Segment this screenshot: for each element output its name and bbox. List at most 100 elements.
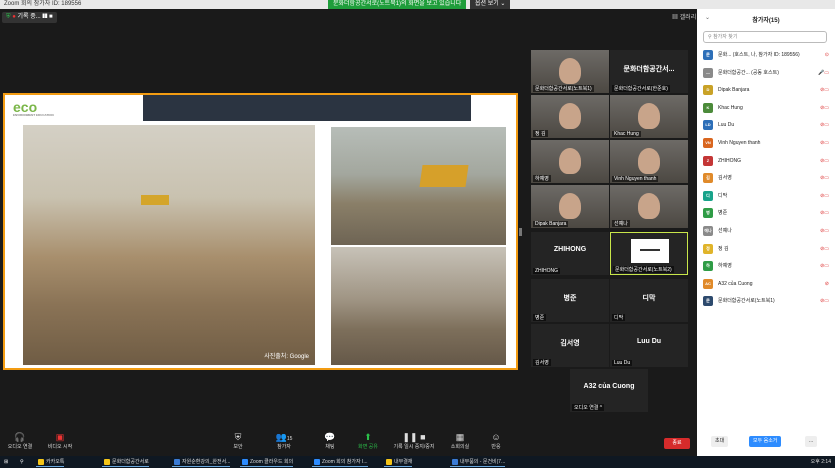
more-button[interactable]: ... <box>805 436 818 447</box>
splitter-handle[interactable] <box>519 228 522 236</box>
participant-face <box>638 103 660 129</box>
video-tile[interactable]: 선예나 <box>610 185 688 228</box>
audio-button[interactable]: 🎧 오디오 연결 <box>2 432 38 450</box>
video-tile[interactable]: Khac Hung <box>610 95 688 138</box>
invite-button[interactable]: 초대 <box>711 436 729 447</box>
taskbar-item[interactable]: 카카오톡 <box>36 457 65 467</box>
eco-logo: eco ENVIRONMENT EDUCATION <box>13 99 54 117</box>
taskbar-item[interactable]: 내부결재 <box>384 457 413 467</box>
mic-video-status-icon: ⊘▭ <box>820 210 829 217</box>
video-tile[interactable]: 김서영 김서영 <box>531 324 609 367</box>
participant-row[interactable]: 에나 선예나 ⊘▭ <box>703 225 829 239</box>
participant-face <box>559 148 581 174</box>
participant-face <box>559 193 581 219</box>
mic-video-status-icon: ⊘▭ <box>820 245 829 252</box>
participant-row[interactable]: 문 문화더함공간서로(노트북1) ⊘▭ <box>703 295 829 309</box>
share-screen-button[interactable]: ⬆ 화면 공유 <box>350 432 386 450</box>
participants-panel: ⌄ 참가자(15) ⚲ 참가자 찾기 문 문화... (호스트, 나, 참가자 I… <box>697 9 835 460</box>
participant-name: 디막 <box>718 192 728 199</box>
participant-row[interactable]: 병 병준 ⊘▭ <box>703 207 829 221</box>
participant-row[interactable]: LD Luu Du ⊘▭ <box>703 119 829 133</box>
tile-name: 하예영 <box>533 175 551 182</box>
tile-name: 문화더함공간서로(노트북1) <box>533 85 594 92</box>
end-meeting-button[interactable]: 종료 <box>664 438 690 449</box>
video-tile[interactable]: Vinh Nguyen thanh <box>610 140 688 183</box>
panel-footer: 초대 모두 음소거 ... <box>697 436 835 448</box>
recording-pill: ⛨ ● 기록 중... ❚❚ ■ <box>2 12 57 23</box>
grid-icon: ▦ <box>672 15 679 21</box>
participant-row[interactable]: AC A32 của Cuong ⊘ <box>703 278 829 292</box>
participant-row[interactable]: 김 김서영 ⊘▭ <box>703 172 829 186</box>
landfill-photo-truck <box>331 127 506 245</box>
video-tile[interactable]: 하예영 <box>531 140 609 183</box>
participant-row[interactable]: — 문화더함공간... (공동 호스트) 🎤▭ <box>703 67 829 81</box>
record-dot-icon: ● <box>12 14 16 20</box>
app-icon <box>38 459 44 465</box>
avatar: 문 <box>703 296 713 307</box>
video-tile[interactable]: 병준 병준 <box>531 279 609 322</box>
avatar: Z <box>703 155 713 166</box>
tile-name: 선예나 <box>612 220 630 227</box>
video-tile[interactable]: 정 김 <box>531 95 609 138</box>
record-label: 기록 일시 중지/중지 <box>393 444 435 450</box>
tile-name: 문화더함공간서로(노트북2) <box>613 266 674 273</box>
participant-name: 정 김 <box>718 245 729 252</box>
video-tile[interactable]: 디막 디막 <box>610 279 688 322</box>
record-button[interactable]: ❚❚ ■ 기록 일시 중지/중지 <box>390 432 438 450</box>
security-button[interactable]: ⛨ 보안 <box>220 432 256 450</box>
mic-video-status-icon: ⊘▭ <box>820 175 829 182</box>
participant-row[interactable]: Z ZHIHONG ⊘▭ <box>703 155 829 169</box>
camera-off-icon: ▣ <box>55 432 65 442</box>
taskbar-item[interactable]: Zoom 회의 참가자 I... <box>312 457 368 467</box>
search-icon[interactable]: ⚲ <box>20 456 24 468</box>
avatar: VN <box>703 138 713 148</box>
participant-name: 병준 <box>718 210 728 217</box>
video-tile[interactable]: A32 của Cuong 오디오 연결 ^ <box>570 369 648 412</box>
mic-video-status-icon: ⊙ <box>824 52 829 58</box>
participant-name: 선예나 <box>718 228 732 234</box>
share-screen-icon: ⬆ <box>364 432 372 442</box>
shared-screen: eco ENVIRONMENT EDUCATION 사진출처: Google <box>3 93 518 370</box>
participants-icon: 👥15 <box>275 432 293 442</box>
participant-row[interactable]: 하 하예영 ⊘▭ <box>703 260 829 274</box>
app-icon <box>242 459 248 465</box>
panel-title: 참가자(15) <box>752 18 780 24</box>
video-tile[interactable]: Dipak Banjara <box>531 185 609 228</box>
reactions-button[interactable]: ☺ 반응 <box>478 432 514 450</box>
taskbar-item-label: Zoom 회의 참가자 I... <box>322 459 368 465</box>
participant-row[interactable]: 디 디막 ⊘▭ <box>703 190 829 204</box>
participant-row[interactable]: 정 정 김 ⊘▭ <box>703 243 829 257</box>
participant-row[interactable]: K Khac Hung ⊘▭ <box>703 102 829 116</box>
tile-name: 오디오 연결 ^ <box>572 404 605 411</box>
video-tile[interactable]: 문화더함공간서... 문화더함공간서로(한준호) <box>610 50 688 93</box>
taskbar-item[interactable]: Zoom 클라우드 회의 <box>240 457 294 467</box>
pause-icon[interactable]: ❚❚ <box>42 14 47 20</box>
participant-row[interactable]: D Dipak Banjara ⊘▭ <box>703 84 829 98</box>
tile-center-name: 디막 <box>642 295 656 302</box>
slide-header-bar <box>143 95 471 121</box>
video-button[interactable]: ▣ 비디오 시작 <box>42 432 78 450</box>
mute-all-button[interactable]: 모두 음소거 <box>749 436 782 447</box>
taskbar-item[interactable]: 문화더함공간서로 <box>102 457 149 467</box>
avatar: LD <box>703 120 713 131</box>
windows-start-icon[interactable]: ⊞ <box>4 456 8 468</box>
breakout-rooms-button[interactable]: ▦ 소회의실 <box>442 432 478 450</box>
video-tile[interactable]: ZHIHONG ZHIHONG <box>531 232 609 275</box>
participant-row[interactable]: VN Vinh Nguyen thanh ⊘▭ <box>703 137 829 151</box>
view-options-button[interactable]: 옵션 보기 ⌄ <box>470 0 511 9</box>
participant-row[interactable]: 문 문화... (호스트, 나, 참가자 ID: 189556) ⊙ <box>703 49 829 63</box>
share-banner: 문화더함공간서로(노트북1)의 화면을 보고 있습니다 <box>328 0 467 9</box>
avatar: 문 <box>703 50 713 60</box>
video-tile[interactable]: 문화더함공간서로(노트북1) <box>531 50 609 93</box>
avatar: 병 <box>703 208 713 219</box>
participant-face <box>638 193 660 219</box>
active-speaker-tile[interactable]: 문화더함공간서로(노트북2) <box>610 232 688 275</box>
taskbar-item[interactable]: 자원순환강의_완전서... <box>172 457 231 467</box>
stop-icon[interactable]: ■ <box>49 14 53 20</box>
chat-button[interactable]: 💬 채팅 <box>312 432 348 450</box>
search-placeholder: 참가자 찾기 <box>713 34 738 40</box>
video-tile[interactable]: Luu Du Luu Du <box>610 324 688 367</box>
participant-search-input[interactable]: ⚲ 참가자 찾기 <box>703 31 827 43</box>
participants-button[interactable]: 👥15 참가자 <box>266 432 302 450</box>
taskbar-item[interactable]: 내부품의 - 문건비(7... <box>450 457 506 467</box>
